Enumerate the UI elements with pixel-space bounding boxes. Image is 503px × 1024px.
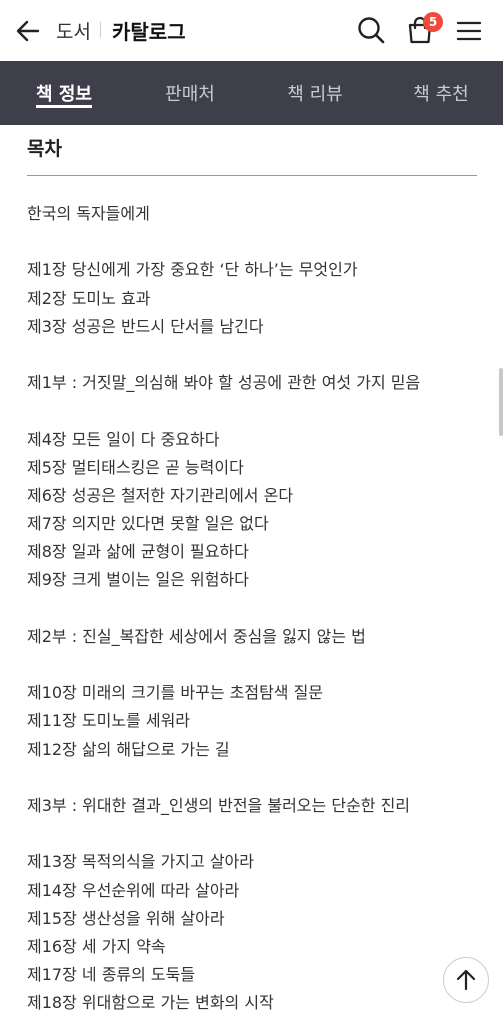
breadcrumb-parent[interactable]: 도서 bbox=[56, 17, 91, 44]
section-divider bbox=[27, 175, 477, 176]
toc-spacer bbox=[27, 764, 487, 792]
toc-item: 제14장 우선순위에 따라 살아라 bbox=[27, 880, 240, 900]
toc-item: 제6장 성공은 철저한 자기관리에서 온다 bbox=[27, 485, 294, 505]
scrollbar-thumb[interactable] bbox=[499, 368, 503, 436]
toc-spacer bbox=[27, 228, 487, 256]
toc-spacer bbox=[27, 651, 487, 679]
toc-item: 제4장 모든 일이 다 중요하다 bbox=[27, 429, 220, 449]
hamburger-menu-icon bbox=[456, 21, 482, 41]
toc-item: 제9장 크게 벌이는 일은 위험하다 bbox=[27, 570, 249, 590]
search-icon bbox=[358, 17, 385, 44]
cart-count-badge: 5 bbox=[423, 12, 443, 32]
scroll-to-top-button[interactable] bbox=[443, 957, 489, 1003]
table-of-contents: 한국의 독자들에게제1장 당신에게 가장 중요한 ‘단 하나’는 무엇인가제2장… bbox=[27, 200, 487, 1017]
toc-item: 제13장 목적의식을 가지고 살아라 bbox=[27, 852, 254, 872]
toc-item: 제12장 삶의 해답으로 가는 길 bbox=[27, 739, 230, 759]
arrow-up-icon bbox=[456, 969, 476, 991]
toc-item: 제18장 위대함으로 가는 변화의 시작 bbox=[27, 993, 274, 1013]
top-header: 도서 카탈로그 5 bbox=[0, 0, 503, 61]
tab-sellers[interactable]: 판매처 bbox=[140, 61, 240, 125]
toc-item: 제17장 네 종류의 도둑들 bbox=[27, 965, 196, 985]
toc-item: 한국의 독자들에게 bbox=[27, 204, 150, 223]
arrow-left-icon bbox=[16, 20, 40, 42]
menu-button[interactable] bbox=[455, 17, 483, 45]
toc-spacer bbox=[27, 397, 487, 425]
tab-book-info[interactable]: 책 정보 bbox=[14, 61, 114, 125]
tab-book-review[interactable]: 책 리뷰 bbox=[265, 61, 365, 125]
toc-item: 제11장 도미노를 세워라 bbox=[27, 711, 191, 731]
toc-item: 제7장 의지만 있다면 못할 일은 없다 bbox=[27, 514, 269, 534]
toc-item: 제1장 당신에게 가장 중요한 ‘단 하나’는 무엇인가 bbox=[27, 260, 358, 280]
active-tab-indicator bbox=[36, 105, 92, 108]
toc-spacer bbox=[27, 341, 487, 369]
search-button[interactable] bbox=[356, 15, 386, 45]
toc-spacer bbox=[27, 595, 487, 623]
page-title: 카탈로그 bbox=[112, 20, 186, 44]
back-button[interactable] bbox=[14, 17, 42, 45]
section-title: 목차 bbox=[27, 138, 62, 160]
toc-item: 제3부 : 위대한 결과_인생의 반전을 불러오는 단순한 진리 bbox=[27, 795, 411, 815]
tab-book-recommend[interactable]: 책 추천 bbox=[391, 61, 491, 125]
breadcrumb-divider bbox=[100, 22, 101, 38]
toc-item: 제16장 세 가지 약속 bbox=[27, 936, 166, 956]
tab-bar: 책 정보 판매처 책 리뷰 책 추천 bbox=[0, 61, 503, 125]
toc-spacer bbox=[27, 820, 487, 848]
toc-item: 제2부 : 진실_복잡한 세상에서 중심을 잃지 않는 법 bbox=[27, 626, 366, 646]
toc-item: 제10장 미래의 크기를 바꾸는 초점탐색 질문 bbox=[27, 683, 324, 703]
toc-item: 제2장 도미노 효과 bbox=[27, 288, 151, 308]
toc-item: 제15장 생산성을 위해 살아라 bbox=[27, 908, 225, 928]
toc-item: 제5장 멀티태스킹은 곧 능력이다 bbox=[27, 457, 244, 477]
toc-item: 제8장 일과 삶에 균형이 필요하다 bbox=[27, 542, 249, 562]
toc-item: 제3장 성공은 반드시 단서를 남긴다 bbox=[27, 316, 264, 336]
toc-item: 제1부 : 거짓말_의심해 봐야 할 성공에 관한 여섯 가지 믿음 bbox=[27, 373, 421, 393]
